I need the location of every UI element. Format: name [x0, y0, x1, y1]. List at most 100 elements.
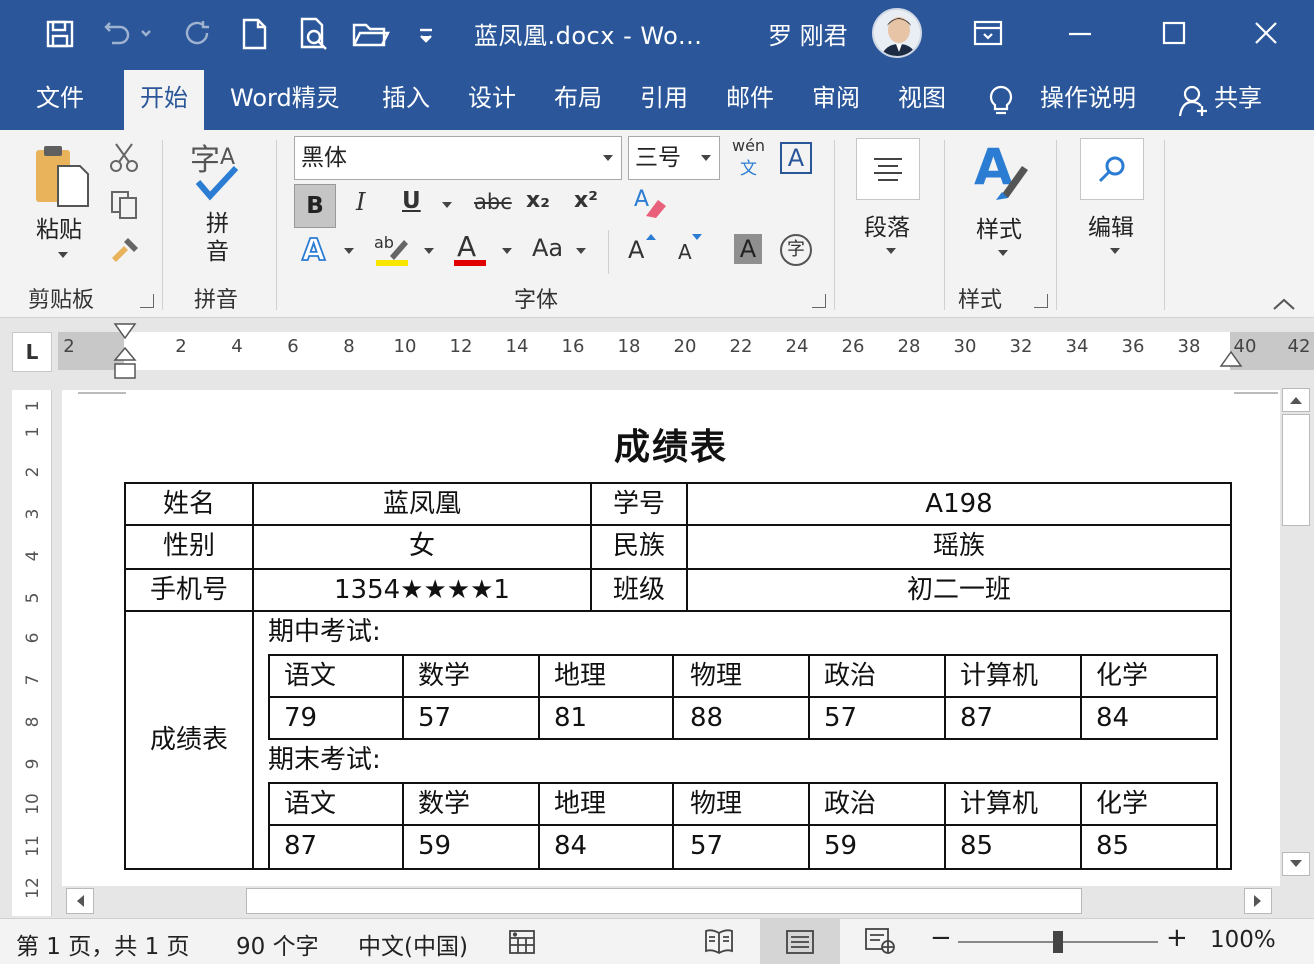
indent-marker-icon[interactable] [112, 322, 138, 386]
styles-dropdown-icon[interactable] [998, 250, 1008, 256]
superscript-button[interactable]: x² [574, 188, 598, 213]
midterm-header[interactable]: 语文 [284, 656, 336, 696]
final-score[interactable]: 85 [1096, 826, 1129, 866]
tab-file[interactable]: 文件 [36, 80, 84, 116]
tab-selector[interactable]: L [12, 332, 52, 372]
clipboard-launcher-icon[interactable] [140, 294, 154, 308]
tab-home[interactable]: 开始 [124, 70, 204, 130]
change-case-dropdown-icon[interactable] [576, 248, 586, 254]
midterm-header[interactable]: 计算机 [960, 656, 1038, 696]
midterm-score[interactable]: 57 [418, 698, 451, 738]
tab-word-jingling[interactable]: Word精灵 [230, 80, 340, 116]
horizontal-scrollbar[interactable] [62, 886, 1280, 916]
collapse-ribbon-icon[interactable] [1272, 296, 1296, 315]
search-icon[interactable] [1080, 138, 1144, 200]
editing-button[interactable]: 编辑 [1088, 208, 1134, 242]
page-title[interactable]: 成绩表 [62, 418, 1280, 470]
clear-formatting-icon[interactable]: A [634, 186, 666, 224]
bold-button[interactable]: B [294, 184, 336, 228]
text-effects-icon[interactable]: A [300, 230, 334, 270]
midterm-header[interactable]: 地理 [554, 656, 606, 696]
midterm-title[interactable]: 期中考试: [268, 612, 381, 652]
editing-dropdown-icon[interactable] [1110, 248, 1120, 254]
user-name[interactable]: 罗 刚君 [768, 16, 848, 51]
midterm-score[interactable]: 81 [554, 698, 587, 738]
final-title[interactable]: 期末考试: [268, 740, 381, 780]
web-layout-icon[interactable] [864, 927, 896, 959]
tell-me-search[interactable]: 操作说明 [1040, 80, 1136, 116]
underline-dropdown-icon[interactable] [442, 202, 452, 208]
paste-icon[interactable] [30, 142, 94, 214]
save-icon[interactable] [40, 14, 80, 54]
share-button[interactable]: 共享 [1214, 80, 1262, 116]
tab-view[interactable]: 视图 [898, 80, 946, 116]
shrink-font-button[interactable]: A [678, 240, 692, 264]
cut-icon[interactable] [108, 142, 140, 178]
vertical-scroll-thumb[interactable] [1282, 414, 1310, 526]
midterm-header[interactable]: 政治 [824, 656, 876, 696]
language[interactable]: 中文(中国) [358, 927, 468, 961]
pinyin-button[interactable]: 拼 音 [206, 210, 236, 266]
maximize-icon[interactable] [1152, 12, 1196, 54]
tab-design[interactable]: 设计 [468, 80, 516, 116]
final-header[interactable]: 化学 [1096, 784, 1148, 824]
page-count[interactable]: 第 1 页，共 1 页 [16, 927, 190, 961]
highlight-icon[interactable]: ab [374, 230, 410, 272]
final-header[interactable]: 数学 [418, 784, 470, 824]
font-size-dropdown-icon[interactable] [701, 155, 711, 161]
zoom-level[interactable]: 100% [1210, 927, 1276, 953]
midterm-header[interactable]: 物理 [690, 656, 742, 696]
final-score[interactable]: 87 [284, 826, 317, 866]
final-header[interactable]: 政治 [824, 784, 876, 824]
scroll-up-icon[interactable] [1282, 388, 1310, 412]
strikethrough-button[interactable]: abc [474, 190, 512, 214]
phonetic-guide-button[interactable]: wén 文 [732, 136, 768, 180]
subscript-button[interactable]: x₂ [526, 188, 550, 213]
horizontal-scroll-thumb[interactable] [246, 888, 1082, 914]
read-mode-icon[interactable] [704, 927, 734, 959]
new-doc-icon[interactable] [236, 14, 272, 54]
midterm-score[interactable]: 84 [1096, 698, 1129, 738]
tab-insert[interactable]: 插入 [382, 80, 430, 116]
font-size-combo[interactable]: 三号 [628, 136, 720, 180]
midterm-header[interactable]: 化学 [1096, 656, 1148, 696]
final-header[interactable]: 地理 [554, 784, 606, 824]
paste-dropdown-icon[interactable] [58, 252, 68, 258]
share-person-icon[interactable] [1178, 84, 1210, 120]
minimize-icon[interactable] [1058, 12, 1102, 54]
macro-record-icon[interactable] [508, 929, 536, 959]
right-indent-marker-icon[interactable] [1218, 340, 1244, 374]
midterm-score[interactable]: 88 [690, 698, 723, 738]
tab-mailings[interactable]: 邮件 [726, 80, 774, 116]
scroll-down-icon[interactable] [1282, 852, 1310, 876]
text-effects-dropdown-icon[interactable] [344, 248, 354, 254]
name-value[interactable]: 蓝凤凰 [254, 484, 590, 524]
paragraph-dropdown-icon[interactable] [886, 248, 896, 254]
phone-value[interactable]: 1354★★★★1 [254, 570, 590, 610]
final-score[interactable]: 59 [824, 826, 857, 866]
vertical-ruler[interactable]: 1 1 2 3 4 5 6 7 8 9 10 11 12 [12, 390, 52, 916]
word-count[interactable]: 90 个字 [236, 927, 319, 961]
change-case-button[interactable]: Aa [532, 234, 563, 262]
zoom-slider-thumb[interactable] [1053, 931, 1063, 953]
final-score[interactable]: 57 [690, 826, 723, 866]
font-color-icon[interactable]: A [454, 230, 488, 272]
tab-review[interactable]: 审阅 [812, 80, 860, 116]
final-score[interactable]: 59 [418, 826, 451, 866]
tab-layout[interactable]: 布局 [554, 80, 602, 116]
lightbulb-icon[interactable] [986, 84, 1016, 120]
open-folder-icon[interactable] [350, 14, 392, 54]
undo-icon[interactable] [98, 14, 158, 54]
document-page[interactable]: 成绩表 姓名 蓝凤凰 学号 A198 性别 女 民族 瑶族 手机号 1354★★… [62, 390, 1280, 886]
paragraph-button[interactable]: 段落 [864, 208, 910, 242]
scroll-right-icon[interactable] [1244, 888, 1272, 914]
avatar[interactable] [872, 8, 922, 58]
close-icon[interactable] [1244, 12, 1288, 54]
styles-button[interactable]: 样式 [976, 210, 1022, 244]
final-header[interactable]: 语文 [284, 784, 336, 824]
enclose-characters-button[interactable]: 字 [780, 234, 812, 266]
font-name-dropdown-icon[interactable] [603, 155, 613, 161]
vertical-scrollbar[interactable] [1280, 388, 1314, 884]
ethnic-value[interactable]: 瑶族 [688, 526, 1230, 566]
character-shading-button[interactable]: A [734, 234, 762, 264]
